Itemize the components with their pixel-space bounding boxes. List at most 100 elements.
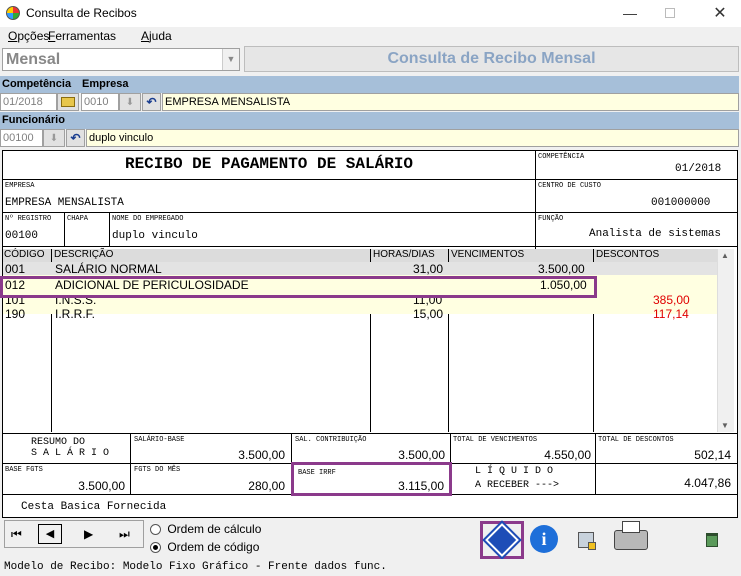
minimize-icon[interactable]: — xyxy=(610,0,650,27)
grid-scrollbar[interactable]: ▲ ▼ xyxy=(717,249,734,432)
row-3-descontos: 385,00 xyxy=(653,293,690,307)
prev-record-icon[interactable]: ◀ xyxy=(38,524,62,544)
competencia-label: Competência xyxy=(2,78,72,90)
page-header: Consulta de Recibo Mensal xyxy=(244,46,739,72)
download-icon[interactable]: ⬇ xyxy=(43,129,65,147)
chapa-label: CHAPA xyxy=(67,215,89,223)
order-calc-radio[interactable]: Ordem de cálculo xyxy=(150,522,261,536)
row-1-descricao: SALÁRIO NORMAL xyxy=(55,262,162,276)
scroll-up-icon[interactable]: ▲ xyxy=(721,251,729,260)
competencia-cell-label: COMPETÊNCIA xyxy=(538,153,585,161)
fgts-mes-value: 280,00 xyxy=(248,479,285,493)
sal-contrib-label: SAL. CONTRIBUIÇÃO xyxy=(295,436,367,444)
base-fgts-value: 3.500,00 xyxy=(78,479,125,493)
grid-header-descricao: DESCRIÇÃO xyxy=(54,249,114,260)
registro-value: 00100 xyxy=(5,230,39,242)
base-fgts-label: BASE FGTS xyxy=(5,466,43,474)
download-icon[interactable]: ⬇ xyxy=(119,93,141,111)
export-icon xyxy=(578,532,596,550)
row-4-codigo: 190 xyxy=(5,307,26,321)
folder-icon[interactable] xyxy=(57,93,79,111)
competencia-empresa-header: Competência Empresa xyxy=(0,76,739,93)
refresh-icon xyxy=(482,520,522,560)
resumo-line2: S A L Á R I O xyxy=(31,448,110,459)
empresa-code-field[interactable]: 0010 xyxy=(81,93,119,111)
empresa-cell-value: EMPRESA MENSALISTA xyxy=(5,197,124,209)
delete-button[interactable] xyxy=(697,525,727,555)
nome-label: NOME DO EMPREGADO xyxy=(112,215,184,223)
print-button[interactable] xyxy=(608,521,654,559)
order-code-radio[interactable]: Ordem de código xyxy=(150,540,259,554)
order-code-label: Ordem de código xyxy=(167,540,260,554)
app-icon xyxy=(6,6,20,20)
row-1-horas: 31,00 xyxy=(413,262,444,276)
row-1-codigo: 001 xyxy=(5,262,26,276)
fgts-mes-label: FGTS DO MÊS xyxy=(134,466,181,474)
receipt-title: RECIBO DE PAGAMENTO DE SALÁRIO xyxy=(124,155,414,173)
funcionario-label: Funcionário xyxy=(2,114,65,126)
window-title: Consulta de Recibos xyxy=(26,6,137,20)
record-navigator: ⏮ ◀ ▶ ⏭ xyxy=(4,520,144,548)
total-desc-value: 502,14 xyxy=(694,448,731,462)
status-text: Modelo de Recibo: Modelo Fixo Gráfico - … xyxy=(4,561,387,573)
total-desc-label: TOTAL DE DESCONTOS xyxy=(598,436,674,444)
row-highlight xyxy=(0,276,597,298)
funcionario-code-field[interactable]: 00100 xyxy=(0,129,43,147)
row-1-vencimentos: 3.500,00 xyxy=(538,262,585,276)
total-venc-label: TOTAL DE VENCIMENTOS xyxy=(453,436,538,444)
funcionario-header: Funcionário xyxy=(0,112,739,129)
mode-select[interactable]: Mensal ▼ xyxy=(2,48,240,71)
funcao-value: Analista de sistemas xyxy=(589,228,722,240)
competencia-cell-value: 01/2018 xyxy=(675,163,722,175)
grid-header-vencimentos: VENCIMENTOS xyxy=(451,249,525,260)
export-button[interactable] xyxy=(571,525,601,555)
row-4-descricao: I.R.R.F. xyxy=(55,307,96,321)
empresa-label: Empresa xyxy=(82,78,129,90)
maximize-icon[interactable] xyxy=(665,8,675,18)
scroll-down-icon[interactable]: ▼ xyxy=(721,421,729,430)
chevron-down-icon[interactable]: ▼ xyxy=(222,49,239,70)
menu-ajuda[interactable]: Ajuda xyxy=(141,29,172,43)
next-record-icon[interactable]: ▶ xyxy=(84,527,93,541)
menu-ferramentas[interactable]: Ferramentas xyxy=(48,29,116,43)
last-record-icon[interactable]: ⏭ xyxy=(119,527,130,542)
centro-custo-value: 001000000 xyxy=(651,197,711,209)
grid-header-horas: HORAS/DIAS xyxy=(373,249,435,260)
nome-value: duplo vinculo xyxy=(112,230,198,242)
competencia-field[interactable]: 01/2018 xyxy=(0,93,57,111)
liquido-line1: L Í Q U I D O xyxy=(475,466,554,477)
base-irrf-highlight xyxy=(291,462,452,496)
info-icon: i xyxy=(530,525,558,553)
registro-label: Nº REGISTRO xyxy=(5,215,52,223)
total-venc-value: 4.550,00 xyxy=(544,448,591,462)
menu-opcoes[interactable]: Opções xyxy=(8,29,49,43)
undo-icon[interactable]: ↶ xyxy=(66,129,85,147)
first-record-icon[interactable]: ⏮ xyxy=(11,527,22,542)
liquido-value: 4.047,86 xyxy=(684,476,731,490)
refresh-button[interactable] xyxy=(480,520,524,560)
status-bar: Modelo de Recibo: Modelo Fixo Gráfico - … xyxy=(0,559,741,576)
salario-base-value: 3.500,00 xyxy=(238,448,285,462)
title-bar: Consulta de Recibos — ✕ xyxy=(0,0,741,27)
info-button[interactable]: i xyxy=(527,521,561,557)
trash-icon xyxy=(706,533,718,547)
page-title: Consulta de Recibo Mensal xyxy=(387,50,596,67)
row-4-horas: 15,00 xyxy=(413,307,444,321)
grid-header-descontos: DESCONTOS xyxy=(596,249,660,260)
footer-note: Cesta Basica Fornecida xyxy=(21,501,167,513)
close-icon[interactable]: ✕ xyxy=(700,0,740,27)
funcionario-row: 00100 ⬇ ↶ duplo vinculo xyxy=(0,129,741,148)
row-4-descontos: 117,14 xyxy=(653,307,689,321)
menu-bar: Opções Ferramentas Ajuda xyxy=(0,27,741,46)
printer-icon xyxy=(614,521,648,550)
competencia-empresa-row: 01/2018 0010 ⬇ ↶ EMPRESA MENSALISTA xyxy=(0,93,741,112)
grid-header-codigo: CÓDIGO xyxy=(4,249,45,260)
mode-select-value: Mensal xyxy=(6,51,61,68)
sal-contrib-value: 3.500,00 xyxy=(398,448,445,462)
salario-base-label: SALÁRIO-BASE xyxy=(134,436,185,444)
order-calc-label: Ordem de cálculo xyxy=(167,522,262,536)
funcao-label: FUNÇÃO xyxy=(538,215,564,223)
undo-icon[interactable]: ↶ xyxy=(142,93,161,111)
liquido-line2: A RECEBER ---> xyxy=(475,480,560,491)
funcionario-name-field: duplo vinculo xyxy=(86,129,739,147)
